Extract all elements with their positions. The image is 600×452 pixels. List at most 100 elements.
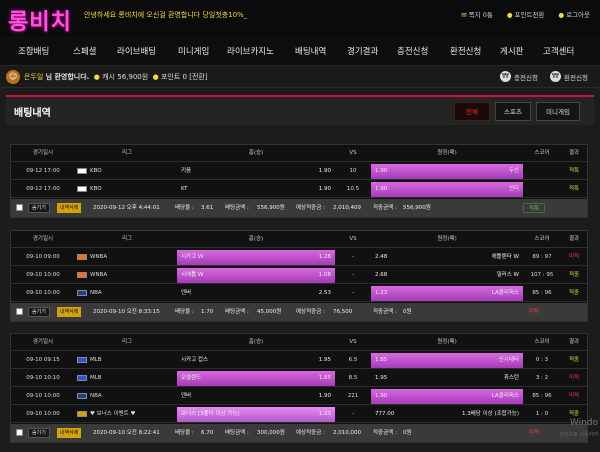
nav-results[interactable]: 경기결과 <box>347 45 378 57</box>
expected-label: 예상적중금 : <box>296 430 325 436</box>
col-away-header: 원정(패) <box>437 150 457 156</box>
match-result: 적중 <box>568 357 580 363</box>
mail-icon: ✉ <box>461 11 467 19</box>
match-time: 09-10 09:00 <box>26 254 60 260</box>
home-team: 시애틀 W <box>181 272 204 278</box>
total-odds: 6.70 <box>201 430 214 436</box>
delete-history-button[interactable]: 내역삭제 <box>57 307 82 317</box>
site-logo[interactable]: 롱비치 <box>8 4 72 36</box>
nav-live-bet[interactable]: 라이브배팅 <box>117 45 156 57</box>
select-checkbox[interactable] <box>16 204 23 211</box>
main-nav: 조합배팅 스페셜 라이브배팅 미니게임 라이브카지노 배팅내역 경기결과 충전신… <box>0 36 600 66</box>
league-cell: KBO <box>77 181 177 198</box>
message-link[interactable]: ✉ 쪽지 0통 <box>461 9 493 19</box>
home-pick-cell: KT 1.90 <box>177 181 335 198</box>
league-flag-icon <box>77 374 87 381</box>
vs-handicap: - <box>352 254 354 260</box>
hide-button[interactable]: 숨기기 <box>28 428 50 438</box>
vs-handicap: 8.5 <box>348 375 358 381</box>
nav-mini-game[interactable]: 미니게임 <box>178 45 209 57</box>
away-odds: 1.90 <box>375 186 388 192</box>
nav-withdraw[interactable]: 환전신청 <box>450 45 481 57</box>
point-label: 포인트 <box>160 73 181 81</box>
home-team: 키움 <box>181 168 192 174</box>
match-time: 09-12 17:00 <box>26 168 60 174</box>
bet-amount-label: 배팅금액 : <box>225 430 249 436</box>
home-odds: 1.08 <box>318 272 331 278</box>
total-odds: 1.70 <box>201 309 214 315</box>
tab-mini-game[interactable]: 미니게임 <box>536 102 580 121</box>
col-time-header: 경기일시 <box>32 339 54 345</box>
hit-amount: 0원 <box>403 309 412 315</box>
match-result: 미적 <box>568 393 580 399</box>
nav-deposit[interactable]: 충전신청 <box>397 45 428 57</box>
exchange-button[interactable]: ₩ 환전신청 <box>550 71 588 82</box>
nav-bet-history[interactable]: 배팅내역 <box>295 45 326 57</box>
away-team: 신시내티 <box>498 357 519 363</box>
logout-link[interactable]: ● 로그아웃 <box>558 9 590 19</box>
home-pick-cell: 키움 1.90 <box>177 163 335 180</box>
point-icon: ● <box>152 73 159 81</box>
match-score: 85 : 96 <box>532 393 552 399</box>
league-cell: WNBA <box>77 249 177 266</box>
home-odds: 1.90 <box>318 186 331 192</box>
table-row: 09-10 09:15 MLB 시카고 컵스 1.95 6.5 1.85 신시내티 0 : 3… <box>11 352 587 369</box>
bet-history-section: 배팅내역 전체 스포츠 미니게임 <box>6 95 594 125</box>
away-odds: 1.23 <box>375 290 388 296</box>
home-pick-cell: 시애틀 W 1.08 <box>177 267 335 284</box>
col-score-header: 스코어 <box>534 150 550 156</box>
delete-history-button[interactable]: 내역삭제 <box>57 428 82 438</box>
away-team: 휴스턴 <box>503 375 519 381</box>
welcome-text: 님 환영합니다. <box>45 73 90 81</box>
bet-slip-table: 경기일시 리그 홈(승) VS 원정(패) 스코어 결과 09-10 09:15 MLB 시카고 … <box>10 333 588 443</box>
bet-slip-summary: 숨기기 내역삭제 2020-09-12 오후 4:44:01 배당율 : 3.61 배팅금… <box>11 199 587 217</box>
nav-support[interactable]: 고객센터 <box>543 45 574 57</box>
nav-board[interactable]: 게시판 <box>500 45 523 57</box>
point-value[interactable]: 0 [전환] <box>183 73 208 81</box>
col-league-header: 리그 <box>121 339 133 345</box>
tab-all[interactable]: 전체 <box>454 102 490 121</box>
nav-special[interactable]: 스페셜 <box>73 45 96 57</box>
select-checkbox[interactable] <box>16 308 23 315</box>
delete-history-button[interactable]: 내역삭제 <box>57 203 82 213</box>
odds-label: 배당율 : <box>175 205 194 211</box>
league-name: WNBA <box>90 272 108 278</box>
charge-button[interactable]: ₩ 충전신청 <box>500 71 538 82</box>
bet-slip-table: 경기일시 리그 홈(승) VS 원정(패) 스코어 결과 09-10 09:00 WNBA 시카고… <box>10 230 588 322</box>
bet-amount-label: 배팅금액 : <box>225 205 249 211</box>
col-league-header: 리그 <box>121 236 133 242</box>
away-pick-cell: 1.90 두산 <box>371 163 523 180</box>
slip-result: 미적 <box>528 430 540 436</box>
league-cell: NBA <box>77 388 177 405</box>
hit-amount: 556,900원 <box>403 205 431 211</box>
hit-amount: 0원 <box>403 430 412 436</box>
home-team: 오클랜드 <box>181 375 202 381</box>
table-row: 09-10 10:00 NBA 덴버 1.90 221 1.90 LA클리퍼스 85 : 96… <box>11 388 587 405</box>
home-odds: 1.95 <box>318 357 331 363</box>
col-vs-header: VS <box>349 150 357 156</box>
tab-sports[interactable]: 스포츠 <box>495 102 531 121</box>
user-bar: ☺ 은두일 님 환영합니다. ● 캐시 56,900원 ● 포인트 0 [전환]… <box>0 66 600 88</box>
bet-slip-table: 경기일시 리그 홈(승) VS 원정(패) 스코어 결과 09-12 17:00 KBO 키움 1.… <box>10 144 588 218</box>
cash-value: 56,900원 <box>117 73 149 81</box>
home-pick-cell: 덴버 2.53 <box>177 285 335 302</box>
select-checkbox[interactable] <box>16 429 23 436</box>
hide-button[interactable]: 숨기기 <box>28 307 50 317</box>
nav-live-casino[interactable]: 라이브카지노 <box>227 45 274 57</box>
vs-handicap: 10 <box>349 168 357 174</box>
table-row: 09-12 17:00 KBO 키움 1.90 10 1.90 두산 적특 <box>11 163 587 180</box>
league-cell: MLB <box>77 352 177 369</box>
expected-amount: 2,010,409 <box>333 205 361 211</box>
home-pick-cell: 시카고 W 1.28 <box>177 249 335 266</box>
vs-handicap: 10.5 <box>346 186 360 192</box>
nav-combo-bet[interactable]: 조합배팅 <box>18 45 49 57</box>
hide-button[interactable]: 숨기기 <box>28 203 50 213</box>
point-convert-link[interactable]: ● 포인트전환 <box>507 9 545 19</box>
home-pick-cell: 시카고 컵스 1.95 <box>177 352 335 369</box>
col-home-header: 홈(승) <box>248 236 264 242</box>
top-header: 롱비치 안녕하세요 롱비치에 오신걸 환영합니다 당일첫충10%_ ✉ 쪽지 0통… <box>0 0 600 36</box>
table-row: 09-10 10:00 NBA 덴버 2.53 - 1.23 LA클리퍼스 85 : 96 적중 <box>11 285 587 302</box>
vs-handicap: 6.5 <box>348 357 358 363</box>
match-result: 적중 <box>568 290 580 296</box>
home-odds: 1.85 <box>318 375 331 381</box>
